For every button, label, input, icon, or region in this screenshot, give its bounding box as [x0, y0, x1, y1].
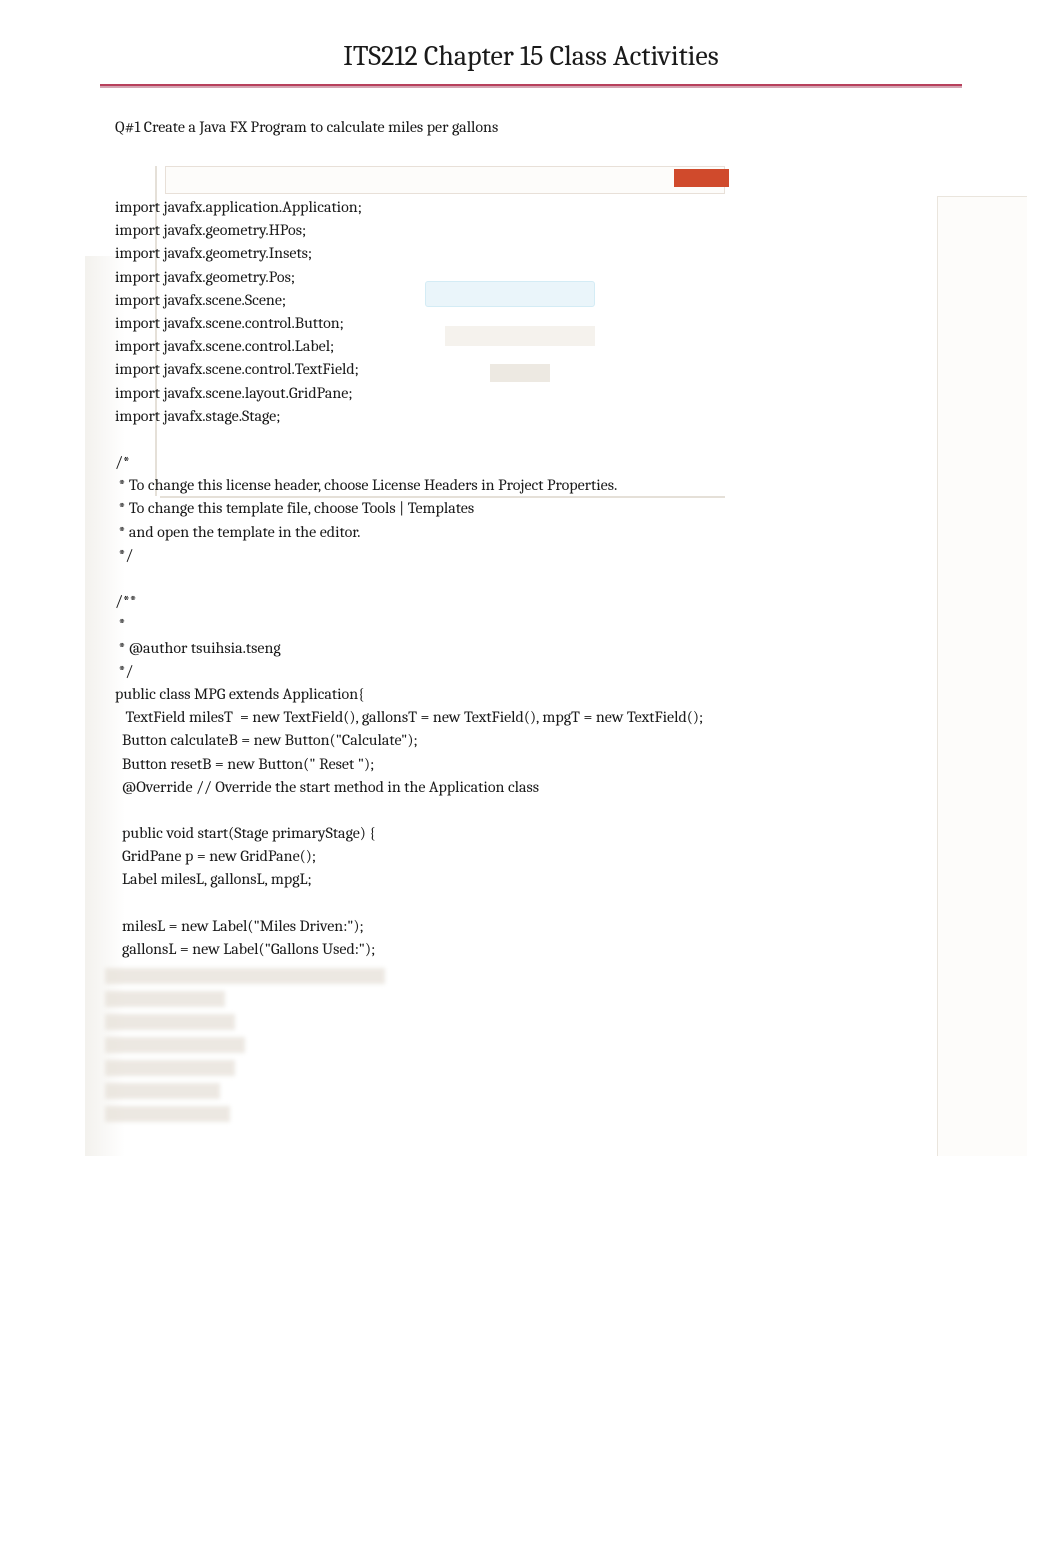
- title-divider: [100, 84, 962, 88]
- bg-panel-right: [937, 196, 1027, 1156]
- obscured-line: [105, 1083, 220, 1099]
- obscured-code-region: [115, 968, 947, 1122]
- obscured-line: [105, 1037, 245, 1053]
- bg-box-top: [165, 166, 725, 194]
- obscured-line: [105, 1014, 235, 1030]
- obscured-line: [105, 1106, 230, 1122]
- question-text: Q#1 Create a Java FX Program to calculat…: [115, 118, 947, 136]
- content-area: Q#1 Create a Java FX Program to calculat…: [0, 118, 1062, 1122]
- document-page: ITS212 Chapter 15 Class Activities Q#1 C…: [0, 0, 1062, 1122]
- code-block: import javafx.application.Application; i…: [115, 196, 947, 1122]
- code-text: import javafx.application.Application; i…: [115, 196, 947, 961]
- obscured-line: [105, 968, 385, 984]
- obscured-line: [105, 991, 225, 1007]
- obscured-line: [105, 1060, 235, 1076]
- page-title: ITS212 Chapter 15 Class Activities: [0, 40, 1062, 72]
